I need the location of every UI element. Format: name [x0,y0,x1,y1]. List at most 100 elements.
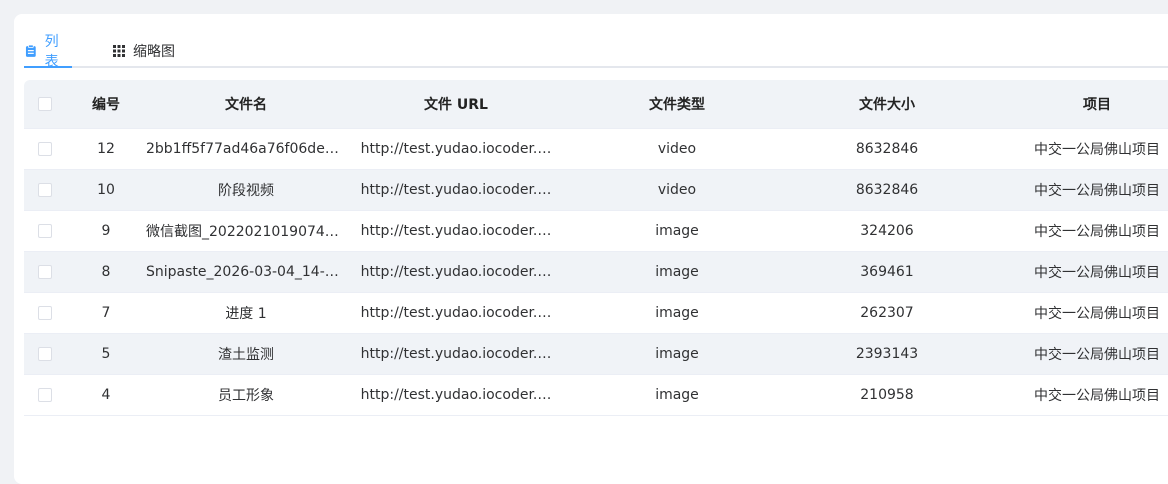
active-tab-indicator [24,66,72,68]
table-body: 12 2bb1ff5f77ad46a76f06de4… http://test.yu… [24,129,1168,416]
cell-file-url: http://test.yudao.iocoder.… [356,293,556,333]
cell-file-url-text: http://test.yudao.iocoder.… [360,264,552,280]
cell-file-type: image [572,293,782,333]
cell-project-text: 中交一公局佛山项目 [1034,265,1160,281]
cell-project: 中交一公局佛山项目 [992,252,1168,292]
cell-file-size: 369461 [782,252,992,292]
cell-file-size: 8632846 [782,170,992,210]
cell-id: 7 [66,293,146,333]
cell-file-size-text: 2393143 [855,346,919,362]
table-header: 编号 文件名 文件 URL 文件类型 文件大小 项目 [24,80,1168,129]
cell-file-type: video [572,129,782,169]
cell-file-size-text: 8632846 [855,141,919,157]
select-all-cell [24,80,66,128]
view-tabs: 列表 缩略图 [24,32,1168,70]
row-checkbox[interactable] [38,347,52,361]
cell-file-size: 210958 [782,375,992,415]
cell-project: 中交一公局佛山项目 [992,334,1168,374]
file-list-card: 列表 缩略图 编号 文件名 文件 URL 文件类型 文件大小 项目 12 2bb… [14,14,1168,484]
header-file-size[interactable]: 文件大小 [782,80,992,128]
cell-file-url-text: http://test.yudao.iocoder.… [360,182,552,198]
file-table: 编号 文件名 文件 URL 文件类型 文件大小 项目 12 2bb1ff5f77a… [24,80,1168,416]
cell-project-text: 中交一公局佛山项目 [1034,347,1160,363]
cell-file-url-text: http://test.yudao.iocoder.… [360,223,552,239]
cell-file-url-text: http://test.yudao.iocoder.… [360,305,552,321]
cell-file-url: http://test.yudao.iocoder.… [356,211,556,251]
row-checkbox[interactable] [38,142,52,156]
row-checkbox[interactable] [38,306,52,320]
cell-project-text: 中交一公局佛山项目 [1034,224,1160,240]
cell-id: 9 [66,211,146,251]
header-file-url[interactable]: 文件 URL [356,80,556,128]
cell-id: 4 [66,375,146,415]
tab-thumbnail-label: 缩略图 [133,44,175,60]
tab-list-label: 列表 [44,34,59,70]
cell-file-name-text: 阶段视频 [218,183,274,199]
cell-file-name-text: 2bb1ff5f77ad46a76f06de4… [146,141,346,157]
clipboard-list-icon [25,44,36,57]
cell-file-url: http://test.yudao.iocoder.… [356,129,556,169]
cell-file-size-text: 369461 [860,264,914,280]
cell-file-name-text: 员工形象 [218,388,274,404]
table-row[interactable]: 10 阶段视频 http://test.yudao.iocoder.… video 86… [24,170,1168,211]
cell-id-text: 8 [101,264,111,280]
cell-id-text: 12 [97,141,115,157]
table-row[interactable]: 7 进度 1 http://test.yudao.iocoder.… image 262… [24,293,1168,334]
cell-file-size-text: 262307 [860,305,914,321]
cell-project: 中交一公局佛山项目 [992,293,1168,333]
table-row[interactable]: 5 渣土监测 http://test.yudao.iocoder.… image 239… [24,334,1168,375]
cell-file-name: 进度 1 [146,293,346,333]
cell-project-text: 中交一公局佛山项目 [1034,306,1160,322]
cell-id-text: 9 [101,223,111,239]
row-checkbox[interactable] [38,388,52,402]
row-checkbox[interactable] [38,183,52,197]
cell-file-name-text: Snipaste_2026-03-04_14-4… [146,264,346,280]
cell-file-name: 员工形象 [146,375,346,415]
table-row[interactable]: 9 微信截图_20220210190748… http://test.yudao.i… [24,211,1168,252]
cell-id-text: 4 [101,387,111,403]
cell-project-text: 中交一公局佛山项目 [1034,388,1160,404]
cell-file-url-text: http://test.yudao.iocoder.… [360,346,552,362]
select-all-checkbox[interactable] [38,97,52,111]
cell-file-size-text: 324206 [860,223,914,239]
cell-file-type-text: image [655,264,699,280]
cell-file-size: 262307 [782,293,992,333]
cell-file-name-text: 微信截图_20220210190748… [146,224,346,240]
row-select-cell [24,293,66,333]
row-checkbox[interactable] [38,224,52,238]
cell-id-text: 7 [101,305,111,321]
tab-thumbnail[interactable]: 缩略图 [112,36,175,66]
cell-file-name-text: 渣土监测 [218,347,274,363]
header-file-type[interactable]: 文件类型 [572,80,782,128]
cell-id: 8 [66,252,146,292]
cell-project: 中交一公局佛山项目 [992,170,1168,210]
header-id[interactable]: 编号 [66,80,146,128]
cell-file-type: image [572,334,782,374]
cell-file-name: Snipaste_2026-03-04_14-4… [146,252,346,292]
header-project[interactable]: 项目 [992,80,1168,128]
cell-file-type: image [572,252,782,292]
row-select-cell [24,375,66,415]
cell-file-type-text: image [655,346,699,362]
grid-icon [113,45,125,57]
tab-list[interactable]: 列表 [24,34,72,70]
cell-id-text: 5 [101,346,111,362]
cell-file-url: http://test.yudao.iocoder.… [356,252,556,292]
cell-file-size: 2393143 [782,334,992,374]
cell-id: 10 [66,170,146,210]
table-row[interactable]: 4 员工形象 http://test.yudao.iocoder.… image 210… [24,375,1168,416]
row-select-cell [24,170,66,210]
row-select-cell [24,211,66,251]
cell-file-type: image [572,375,782,415]
cell-file-name: 2bb1ff5f77ad46a76f06de4… [146,129,346,169]
cell-file-type: video [572,170,782,210]
table-row[interactable]: 8 Snipaste_2026-03-04_14-4… http://test.yu… [24,252,1168,293]
table-row[interactable]: 12 2bb1ff5f77ad46a76f06de4… http://test.yu… [24,129,1168,170]
cell-file-type-text: video [657,182,697,198]
header-file-name[interactable]: 文件名 [146,80,346,128]
cell-file-name: 微信截图_20220210190748… [146,211,346,251]
cell-file-url: http://test.yudao.iocoder.… [356,170,556,210]
cell-file-size: 8632846 [782,129,992,169]
row-checkbox[interactable] [38,265,52,279]
cell-file-size-text: 210958 [860,387,914,403]
